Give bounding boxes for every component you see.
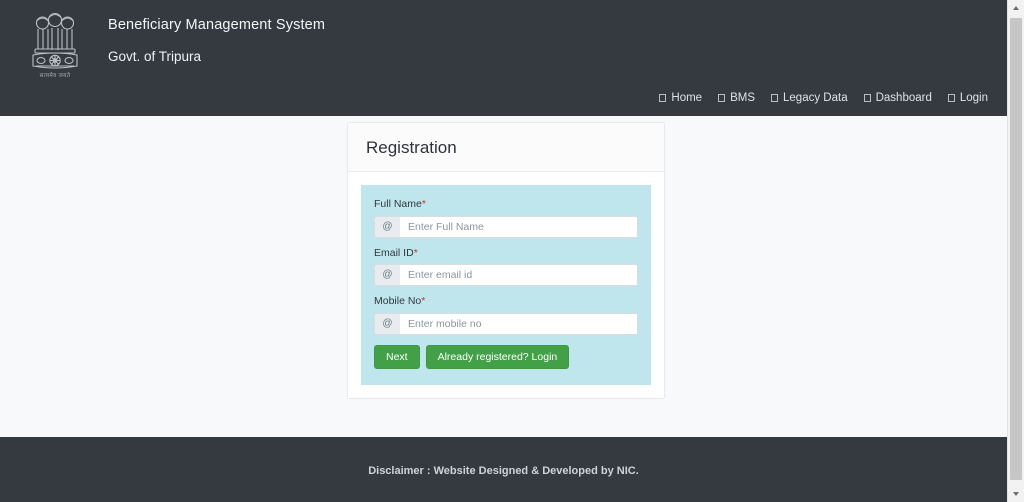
browser-viewport: सत्यमेव जयते Beneficiary Management Syst… (0, 0, 1024, 502)
next-button[interactable]: Next (374, 344, 420, 369)
form-actions: Next Already registered? Login (374, 344, 638, 369)
already-registered-login-button[interactable]: Already registered? Login (425, 344, 570, 369)
required-asterisk: * (413, 246, 418, 259)
email-id-input-group: @ (374, 264, 638, 286)
site-title: Beneficiary Management System (108, 17, 326, 33)
mobile-no-input[interactable] (400, 312, 638, 335)
nav-item-login-label: Login (959, 91, 988, 104)
missing-glyph-box-icon (771, 94, 779, 103)
page-title: Registration (366, 138, 457, 157)
registration-card-body: Full Name* @ Email ID* (348, 172, 664, 398)
registration-card-header: Registration (348, 123, 664, 172)
page-container: सत्यमेव जयते Beneficiary Management Syst… (0, 0, 1007, 502)
registration-card: Registration Full Name* @ Enter Full Nam… (347, 122, 665, 399)
site-footer: Disclaimer : Website Designed & Develope… (0, 437, 1007, 502)
nav-item-bms-label: BMS (730, 91, 756, 104)
mobile-no-label-text: Mobile No (374, 295, 422, 307)
nav-item-bms[interactable]: BMS (717, 91, 756, 107)
full-name-label: Full Name* (374, 199, 638, 210)
nav-item-dashboard[interactable]: Dashboard (863, 91, 933, 107)
nav-item-legacy-data[interactable]: Legacy Data (770, 91, 849, 107)
nav-item-legacy-data-label: Legacy Data (783, 91, 848, 104)
full-name-input[interactable] (400, 215, 638, 238)
field-mobile-no: Mobile No* @ (374, 296, 638, 335)
email-id-label: Email ID* (374, 246, 638, 259)
main-content: Registration Full Name* @ Enter Full Nam… (0, 116, 1007, 437)
main-navigation: Home BMS Legacy Data Dashboard Login (658, 91, 989, 107)
required-asterisk: * (421, 198, 426, 210)
full-name-label-text: Full Name (374, 198, 422, 210)
nav-item-home[interactable]: Home (658, 91, 703, 107)
field-email-id: Email ID* @ (374, 246, 638, 286)
missing-glyph-box-icon (947, 94, 955, 103)
brand-text-block: Beneficiary Management System Govt. of T… (108, 6, 325, 63)
mobile-no-label: Mobile No* (374, 296, 638, 307)
vertical-scrollbar[interactable] (1007, 0, 1024, 502)
india-national-emblem-icon: सत्यमेव जयते (24, 8, 86, 82)
nav-item-login[interactable]: Login (947, 91, 989, 107)
field-full-name: Full Name* @ (374, 199, 638, 238)
scrollbar-thumb[interactable] (1010, 18, 1022, 480)
brand-row: सत्यमेव जयते Beneficiary Management Syst… (0, 0, 1007, 82)
mobile-no-input-group: @ (374, 312, 638, 335)
email-id-label-text: Email ID (374, 246, 414, 259)
site-subtitle: Govt. of Tripura (108, 48, 202, 64)
scroll-up-arrow-icon[interactable] (1008, 0, 1024, 16)
registration-form: Full Name* @ Email ID* (361, 185, 651, 385)
at-symbol-icon: @ (374, 264, 400, 286)
footer-disclaimer: Disclaimer : Website Designed & Develope… (368, 465, 639, 477)
at-symbol-icon: @ (374, 312, 400, 335)
site-header: सत्यमेव जयते Beneficiary Management Syst… (0, 0, 1007, 116)
missing-glyph-box-icon (718, 94, 726, 103)
full-name-input-group: @ (374, 215, 638, 238)
at-symbol-icon: @ (374, 215, 400, 238)
missing-glyph-box-icon (659, 94, 667, 103)
missing-glyph-box-icon (863, 94, 871, 103)
nav-item-dashboard-label: Dashboard (875, 91, 932, 104)
svg-text:सत्यमेव जयते: सत्यमेव जयते (40, 71, 71, 79)
email-id-input[interactable] (400, 264, 638, 286)
nav-item-home-label: Home (671, 91, 703, 104)
scroll-down-arrow-icon[interactable] (1008, 486, 1024, 502)
required-asterisk: * (421, 295, 426, 307)
